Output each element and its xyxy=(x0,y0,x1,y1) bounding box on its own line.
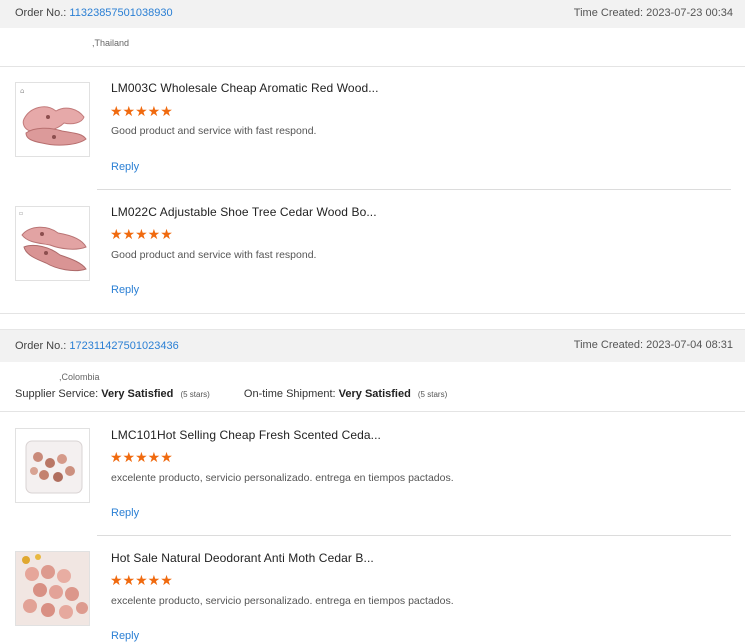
product-thumbnail[interactable] xyxy=(15,551,90,626)
rating-stars: ★★★★★ xyxy=(110,103,173,119)
order-ratings: Supplier Service: Very Satisfied (5 star… xyxy=(15,388,447,400)
buyer-country: ,Thailand xyxy=(92,38,130,48)
order-number: Order No.: 172311427501023436 xyxy=(15,340,179,352)
reply-link[interactable]: Reply xyxy=(111,630,139,642)
order-number-link[interactable]: 172311427501023436 xyxy=(69,340,178,352)
reply-link[interactable]: Reply xyxy=(111,284,139,296)
svg-text:▫: ▫ xyxy=(19,210,23,217)
product-title[interactable]: LMC101Hot Selling Cheap Fresh Scented Ce… xyxy=(111,428,381,442)
rating-stars: ★★★★★ xyxy=(110,572,173,588)
review-comment: excelente producto, servicio personaliza… xyxy=(111,472,454,484)
product-title[interactable]: LM003C Wholesale Cheap Aromatic Red Wood… xyxy=(111,81,379,95)
order-number: Order No.: 11323857501038930 xyxy=(15,7,173,19)
product-title[interactable]: LM022C Adjustable Shoe Tree Cedar Wood B… xyxy=(111,205,377,219)
svg-text:⌂: ⌂ xyxy=(20,87,24,95)
time-created: Time Created: 2023-07-23 00:34 xyxy=(573,7,733,19)
shipment-label: On-time Shipment: xyxy=(243,388,336,400)
divider xyxy=(0,66,745,67)
product-thumbnail[interactable]: ⌂ xyxy=(15,82,90,157)
supplier-service-stars: (5 stars) xyxy=(180,390,210,399)
product-title[interactable]: Hot Sale Natural Deodorant Anti Moth Ced… xyxy=(111,551,374,565)
review-comment: Good product and service with fast respo… xyxy=(111,249,317,261)
divider xyxy=(0,411,745,412)
rating-stars: ★★★★★ xyxy=(110,226,173,242)
time-created: Time Created: 2023-07-04 08:31 xyxy=(573,339,733,351)
rating-stars: ★★★★★ xyxy=(110,449,173,465)
supplier-service-label: Supplier Service: xyxy=(15,388,99,400)
reply-link[interactable]: Reply xyxy=(111,507,139,519)
product-thumbnail[interactable]: ▫ xyxy=(15,206,90,281)
review-comment: excelente producto, servicio personaliza… xyxy=(111,595,454,607)
order-header: Order No.: 11323857501038930 Time Create… xyxy=(0,0,745,28)
item-divider xyxy=(97,189,731,190)
review-comment: Good product and service with fast respo… xyxy=(111,125,317,137)
product-thumbnail[interactable] xyxy=(15,428,90,503)
order-header: Order No.: 172311427501023436 Time Creat… xyxy=(0,329,745,362)
buyer-country: ,Colombia xyxy=(59,372,100,382)
order-number-label: Order No.: xyxy=(15,7,67,19)
supplier-service-value: Very Satisfied xyxy=(101,388,174,400)
divider xyxy=(0,313,745,314)
reply-link[interactable]: Reply xyxy=(111,161,139,173)
item-divider xyxy=(97,535,731,536)
order-number-label: Order No.: xyxy=(15,340,67,352)
shipment-stars: (5 stars) xyxy=(417,390,448,399)
order-number-link[interactable]: 11323857501038930 xyxy=(69,7,172,19)
shipment-value: Very Satisfied xyxy=(338,388,411,400)
